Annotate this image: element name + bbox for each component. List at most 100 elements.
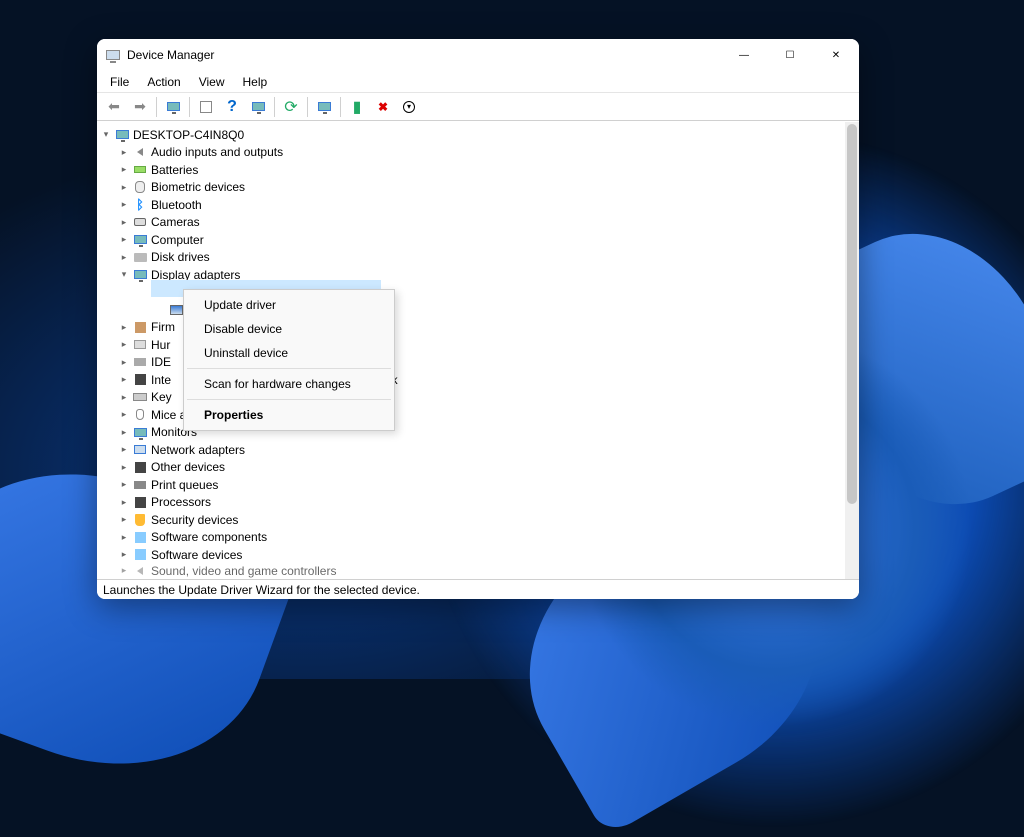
tree-row[interactable]: ▸ Network adapters — [99, 441, 845, 459]
tree-row[interactable]: ▸ Computer — [99, 231, 845, 249]
speaker-icon — [131, 144, 149, 160]
camera-icon — [131, 214, 149, 230]
tree-item-label: Processors — [151, 496, 211, 508]
back-arrow-icon[interactable]: ⬅ — [102, 95, 126, 119]
tree-item-label: Print queues — [151, 479, 218, 491]
chevron-icon[interactable]: ▾ — [99, 130, 113, 139]
tree-item-label: Security devices — [151, 514, 238, 526]
maximize-button[interactable]: ☐ — [767, 39, 813, 71]
battery-icon — [131, 162, 149, 178]
tree-item-label: Disk drives — [151, 251, 210, 263]
tree-item-label: Computer — [151, 234, 204, 246]
tree-item-label: Biometric devices — [151, 181, 245, 193]
chevron-icon[interactable]: ▸ — [117, 253, 131, 262]
show-hide-tree-icon[interactable] — [161, 95, 185, 119]
biometric-icon — [131, 179, 149, 195]
tree-row[interactable]: ▸ Print queues — [99, 476, 845, 494]
chevron-icon[interactable]: ▸ — [117, 340, 131, 349]
tree-item-label: IDE — [151, 356, 171, 368]
menu-view[interactable]: View — [190, 73, 234, 91]
chevron-icon[interactable]: ▸ — [117, 393, 131, 402]
scan-hardware-icon[interactable]: ▾ — [397, 95, 421, 119]
forward-arrow-icon[interactable]: ➡ — [128, 95, 152, 119]
chevron-icon[interactable]: ▸ — [117, 480, 131, 489]
window-title: Device Manager — [127, 48, 214, 62]
help-icon[interactable]: ? — [220, 95, 244, 119]
chevron-icon[interactable]: ▸ — [117, 463, 131, 472]
chevron-icon[interactable]: ▸ — [117, 515, 131, 524]
chevron-icon[interactable]: ▸ — [117, 410, 131, 419]
tree-item-label: DESKTOP-C4IN8Q0 — [133, 129, 244, 141]
menu-file[interactable]: File — [101, 73, 138, 91]
network-icon — [131, 442, 149, 458]
chevron-icon[interactable]: ▸ — [117, 566, 131, 575]
bluetooth-icon: ᛒ — [131, 197, 149, 213]
processor-icon — [131, 494, 149, 510]
tree-row[interactable]: ▸ Software devices — [99, 546, 845, 564]
mouse-icon — [131, 407, 149, 423]
tree-row[interactable]: ▸ Disk drives — [99, 249, 845, 267]
chevron-icon[interactable]: ▸ — [117, 445, 131, 454]
context-properties[interactable]: Properties — [186, 403, 392, 427]
chevron-icon[interactable]: ▸ — [117, 183, 131, 192]
chevron-icon[interactable]: ▸ — [117, 550, 131, 559]
chevron-icon[interactable]: ▸ — [117, 218, 131, 227]
uninstall-icon[interactable]: ✖ — [371, 95, 395, 119]
update-driver-icon[interactable]: ⟳ — [279, 95, 303, 119]
titlebar[interactable]: Device Manager — ☐ ✕ — [97, 39, 859, 71]
chevron-icon[interactable]: ▸ — [117, 428, 131, 437]
minimize-button[interactable]: — — [721, 39, 767, 71]
tree-row[interactable]: ▸Other devices — [99, 459, 845, 477]
context-scan-for-hardware-changes[interactable]: Scan for hardware changes — [186, 372, 392, 396]
chevron-icon[interactable]: ▸ — [117, 358, 131, 367]
ide-icon — [131, 354, 149, 370]
chevron-icon[interactable]: ▸ — [117, 148, 131, 157]
sound-icon — [131, 564, 149, 578]
enable-device-icon[interactable]: ▮ — [345, 95, 369, 119]
tree-item-label: Bluetooth — [151, 199, 202, 211]
menu-help[interactable]: Help — [234, 73, 277, 91]
tree-item-label: Sound, video and game controllers — [151, 565, 336, 577]
tree-row[interactable]: ▸ Software components — [99, 529, 845, 547]
tree-item-label: Key — [151, 391, 172, 403]
tree-row[interactable]: ▸ Cameras — [99, 214, 845, 232]
tree-item-label: Audio inputs and outputs — [151, 146, 283, 158]
toolbar: ⬅ ➡ ? ⟳ ▮ ✖ ▾ — [97, 93, 859, 121]
close-button[interactable]: ✕ — [813, 39, 859, 71]
monitor-icon[interactable] — [312, 95, 336, 119]
software-icon — [131, 529, 149, 545]
chevron-icon[interactable]: ▸ — [117, 323, 131, 332]
chevron-icon[interactable]: ▸ — [117, 375, 131, 384]
tree-row[interactable]: ▸ Processors — [99, 494, 845, 512]
chevron-icon[interactable]: ▾ — [117, 270, 131, 279]
display-icon — [131, 267, 149, 283]
tree-row[interactable]: ▾ DESKTOP-C4IN8Q0 — [99, 126, 845, 144]
context-update-driver[interactable]: Update driver — [186, 293, 392, 317]
statusbar-text: Launches the Update Driver Wizard for th… — [103, 583, 420, 597]
context-disable-device[interactable]: Disable device — [186, 317, 392, 341]
tree-row[interactable]: ▸ Sound, video and game controllers — [99, 564, 845, 578]
chevron-icon[interactable]: ▸ — [117, 533, 131, 542]
tree-row[interactable]: ▸ᛒBluetooth — [99, 196, 845, 214]
tree-row[interactable]: ▸ Security devices — [99, 511, 845, 529]
properties-icon[interactable] — [194, 95, 218, 119]
chevron-icon[interactable]: ▸ — [117, 200, 131, 209]
tree-row[interactable]: ▸ Biometric devices — [99, 179, 845, 197]
vertical-scrollbar[interactable] — [845, 122, 859, 579]
tree-item-label: Firm — [151, 321, 175, 333]
context-uninstall-device[interactable]: Uninstall device — [186, 341, 392, 365]
software-icon — [131, 547, 149, 563]
chip-icon — [131, 372, 149, 388]
tree-item-label: Software components — [151, 531, 267, 543]
action-icon[interactable] — [246, 95, 270, 119]
tree-row[interactable]: ▸ Audio inputs and outputs — [99, 144, 845, 162]
tree-item-label: Software devices — [151, 549, 242, 561]
tree-item-label: Network adapters — [151, 444, 245, 456]
menu-action[interactable]: Action — [138, 73, 189, 91]
chevron-icon[interactable]: ▸ — [117, 165, 131, 174]
context-separator — [187, 368, 391, 369]
chevron-icon[interactable]: ▸ — [117, 235, 131, 244]
tree-item-label: Cameras — [151, 216, 200, 228]
chevron-icon[interactable]: ▸ — [117, 498, 131, 507]
tree-row[interactable]: ▸Batteries — [99, 161, 845, 179]
